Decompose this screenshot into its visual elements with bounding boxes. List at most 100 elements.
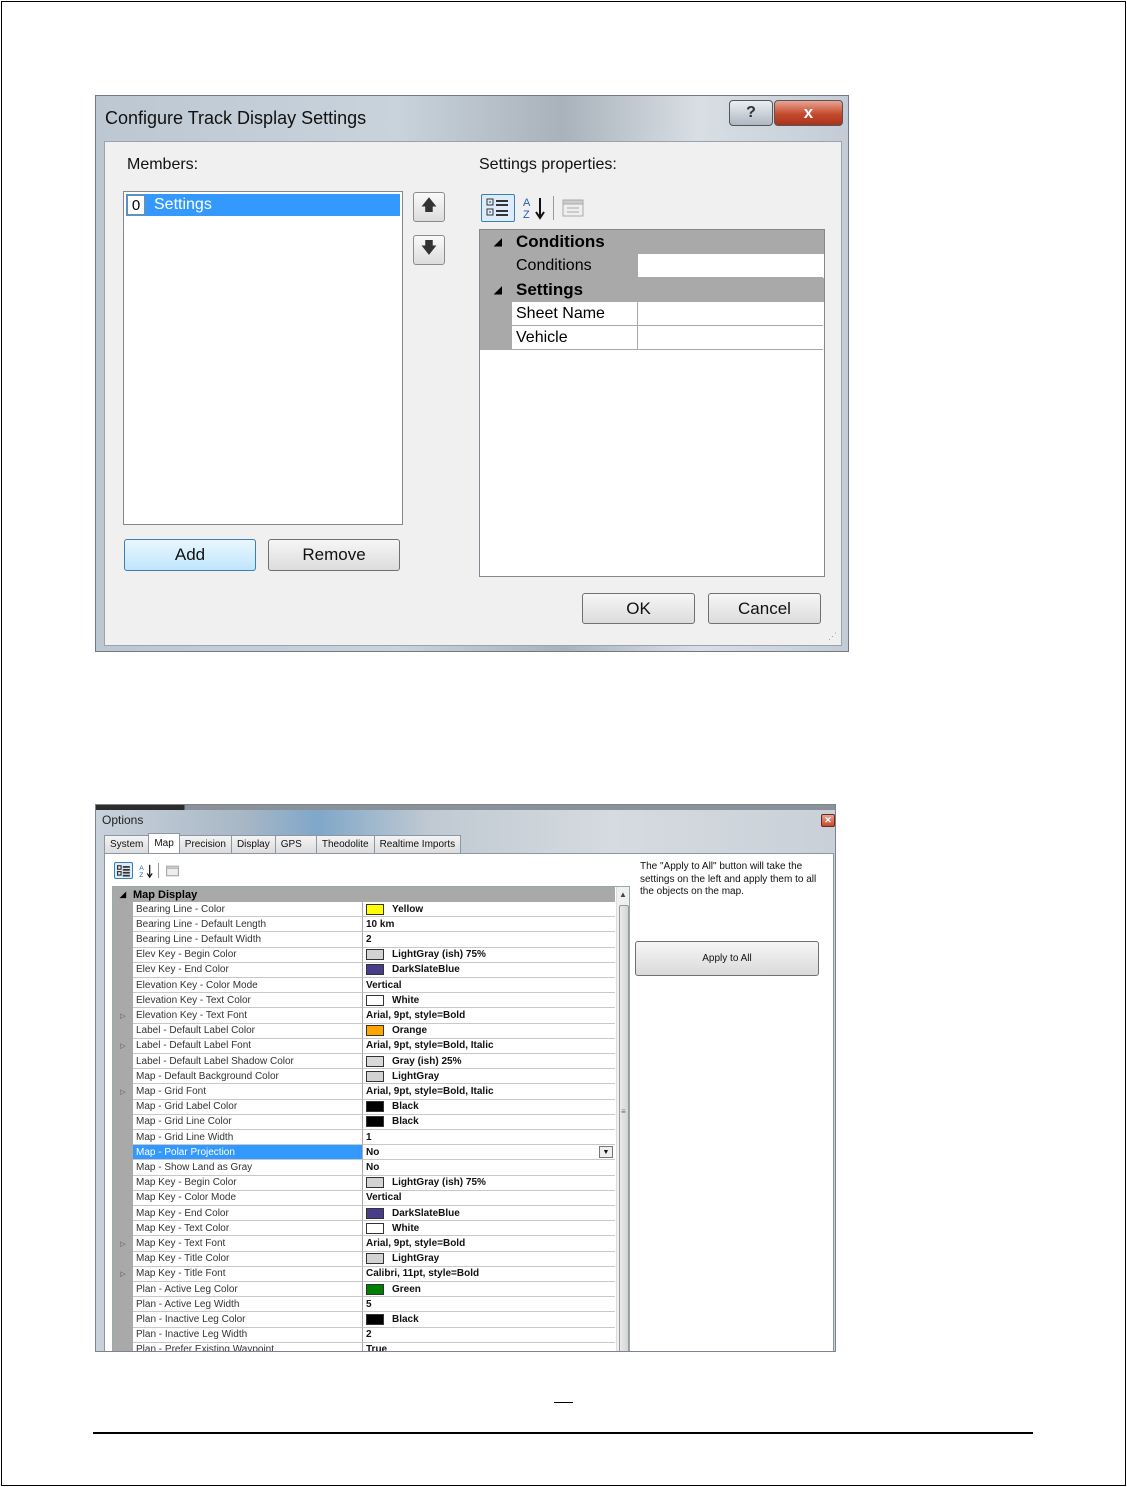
expand-icon[interactable]: ▷	[113, 1038, 133, 1054]
scroll-up-icon[interactable]: ▲	[619, 890, 627, 899]
property-row-sheet-name[interactable]: Sheet Name	[480, 302, 824, 326]
remove-button[interactable]: Remove	[268, 539, 400, 571]
table-row[interactable]: ▷ Map Key - Text Font Arial, 9pt, style=Bo…	[113, 1236, 615, 1252]
property-value[interactable]: Arial, 9pt, style=Bold	[363, 1008, 615, 1024]
property-value[interactable]: Vertical	[363, 978, 615, 994]
property-pages-icon[interactable]	[163, 862, 181, 879]
table-row[interactable]: Map Key - Begin Color LightGray (ish) 75%	[113, 1175, 615, 1191]
property-row-vehicle[interactable]: Vehicle	[480, 326, 824, 350]
property-value[interactable]: True	[363, 1343, 615, 1351]
table-row[interactable]: Map - Grid Line Color Black	[113, 1114, 615, 1130]
table-row[interactable]: Plan - Prefer Existing Waypoint True	[113, 1342, 615, 1351]
property-row-conditions[interactable]: Conditions	[480, 254, 824, 278]
table-row[interactable]: Elev Key - End Color DarkSlateBlue	[113, 962, 615, 978]
table-row[interactable]: ▷ Map Key - Title Font Calibri, 11pt, styl…	[113, 1266, 615, 1282]
tab-system[interactable]: System	[104, 835, 150, 853]
table-row[interactable]: Plan - Inactive Leg Width 2	[113, 1327, 615, 1343]
table-row[interactable]: Label - Default Label Shadow Color Gray (…	[113, 1054, 615, 1070]
collapse-icon[interactable]: ◢	[113, 890, 133, 899]
table-row[interactable]: Bearing Line - Default Width 2	[113, 932, 615, 948]
dropdown-arrow-icon[interactable]: ▼	[599, 1146, 613, 1159]
table-row[interactable]: Bearing Line - Default Length 10 km	[113, 917, 615, 933]
property-value[interactable]: Orange	[363, 1024, 615, 1039]
table-row[interactable]: Bearing Line - Color Yellow	[113, 902, 615, 918]
table-row[interactable]: Elev Key - Begin Color LightGray (ish) 75…	[113, 947, 615, 963]
map-property-grid[interactable]: ◢ Map Display Bearing Line - Color Yellow…	[112, 886, 630, 1351]
property-value[interactable]: White	[363, 993, 615, 1009]
tab-realtime-imports[interactable]: Realtime Imports	[373, 835, 462, 853]
property-value[interactable]: LightGray (ish) 75%	[363, 1176, 615, 1191]
property-value[interactable]: LightGray	[363, 1252, 615, 1267]
property-value[interactable]: No ▼	[363, 1145, 615, 1161]
property-pages-icon[interactable]	[558, 194, 588, 222]
table-row[interactable]: Plan - Inactive Leg Color Black	[113, 1312, 615, 1328]
resize-grip-icon[interactable]: ⋰	[828, 631, 838, 642]
tab-display[interactable]: Display	[230, 835, 276, 853]
tab-theodolite[interactable]: Theodolite	[315, 835, 375, 853]
category-conditions[interactable]: ◢ Conditions	[480, 230, 824, 254]
tab-precision[interactable]: Precision	[178, 835, 232, 853]
table-row[interactable]: Map Key - Title Color LightGray	[113, 1251, 615, 1267]
table-row[interactable]: Plan - Active Leg Width 5	[113, 1297, 615, 1313]
table-row[interactable]: Map - Grid Line Width 1	[113, 1130, 615, 1146]
property-value[interactable]: Arial, 9pt, style=Bold, Italic	[363, 1039, 615, 1054]
close-icon[interactable]: ✕	[821, 814, 835, 827]
expand-icon[interactable]: ▷	[113, 1236, 133, 1252]
property-value[interactable]: 5	[363, 1297, 615, 1313]
property-value[interactable]: DarkSlateBlue	[363, 963, 615, 978]
expand-icon[interactable]: ▷	[113, 1266, 133, 1282]
property-value[interactable]: 10 km	[363, 917, 615, 933]
ok-button[interactable]: OK	[582, 593, 695, 624]
table-row[interactable]: Map Key - Color Mode Vertical	[113, 1190, 615, 1206]
property-value[interactable]	[638, 326, 823, 350]
move-up-button[interactable]: 🡅	[413, 192, 445, 222]
category-settings[interactable]: ◢ Settings	[480, 278, 824, 302]
category-map-display[interactable]: ◢ Map Display	[113, 887, 615, 902]
property-value[interactable]: 2	[363, 932, 615, 948]
vertical-scrollbar[interactable]: ▲ ≡	[616, 887, 629, 1351]
property-value[interactable]: Arial, 9pt, style=Bold, Italic	[363, 1084, 615, 1100]
property-value[interactable]: LightGray (ish) 75%	[363, 948, 615, 963]
close-button[interactable]: x	[774, 100, 843, 126]
property-value[interactable]	[638, 254, 823, 278]
property-value[interactable]: Green	[363, 1282, 615, 1298]
add-button[interactable]: Add	[124, 539, 256, 571]
property-value[interactable]: Gray (ish) 25%	[363, 1054, 615, 1070]
tab-gps[interactable]: GPS	[274, 835, 317, 853]
table-row[interactable]: Label - Default Label Color Orange	[113, 1023, 615, 1039]
table-row[interactable]: Map Key - End Color DarkSlateBlue	[113, 1206, 615, 1222]
table-row[interactable]: Map - Show Land as Gray No	[113, 1160, 615, 1176]
table-row[interactable]: ▷ Elevation Key - Text Font Arial, 9pt, st…	[113, 1008, 615, 1024]
table-row[interactable]: Map Key - Text Color White	[113, 1221, 615, 1237]
table-row[interactable]: Elevation Key - Color Mode Vertical	[113, 978, 615, 994]
table-row[interactable]: Plan - Active Leg Color Green	[113, 1282, 615, 1298]
property-value[interactable]: Arial, 9pt, style=Bold	[363, 1236, 615, 1252]
property-value[interactable]: No	[363, 1160, 615, 1176]
expand-icon[interactable]: ▷	[113, 1084, 133, 1100]
table-row[interactable]: Map - Default Background Color LightGray	[113, 1069, 615, 1085]
property-value[interactable]: 1	[363, 1130, 615, 1146]
collapse-icon[interactable]: ◢	[480, 237, 516, 248]
table-row[interactable]: ▷ Map - Grid Font Arial, 9pt, style=Bold, …	[113, 1084, 615, 1100]
help-button[interactable]: ?	[729, 100, 773, 126]
property-value[interactable]	[638, 302, 823, 326]
apply-to-all-button[interactable]: Apply to All	[635, 941, 819, 976]
settings-property-grid[interactable]: ◢ Conditions Conditions ◢ Settings Sheet…	[479, 229, 825, 577]
tab-map[interactable]: Map	[148, 833, 180, 853]
property-value[interactable]: Calibri, 11pt, style=Bold	[363, 1267, 615, 1282]
property-value[interactable]: 2	[363, 1328, 615, 1343]
property-value[interactable]: Black	[363, 1115, 615, 1130]
property-value[interactable]: Black	[363, 1100, 615, 1115]
property-value[interactable]: Yellow	[363, 902, 615, 918]
table-row[interactable]: Map - Grid Label Color Black	[113, 1099, 615, 1115]
categorized-view-icon[interactable]	[481, 194, 515, 222]
sort-alphabetical-icon[interactable]: AZ	[519, 194, 549, 222]
collapse-icon[interactable]: ◢	[480, 285, 516, 296]
move-down-button[interactable]: 🡇	[413, 235, 445, 265]
property-value[interactable]: LightGray	[363, 1069, 615, 1085]
property-value[interactable]: White	[363, 1221, 615, 1237]
table-row[interactable]: Map - Polar Projection No ▼	[113, 1145, 615, 1161]
table-row[interactable]: ▷ Label - Default Label Font Arial, 9pt, s…	[113, 1038, 615, 1054]
property-value[interactable]: Black	[363, 1312, 615, 1328]
scroll-thumb[interactable]	[619, 905, 629, 1351]
